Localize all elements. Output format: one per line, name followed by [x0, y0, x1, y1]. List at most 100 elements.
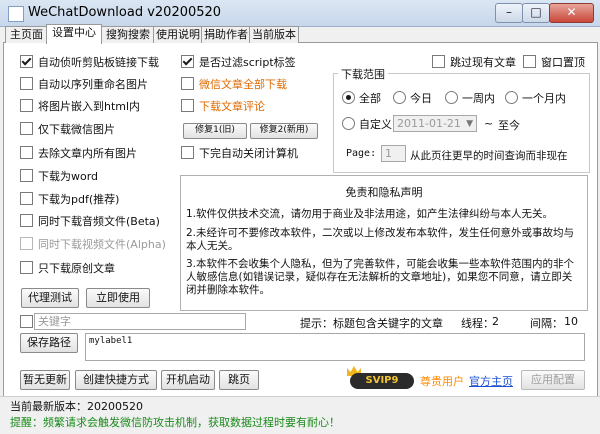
interval-label: 间隔： [530, 317, 563, 330]
option-skip-existing[interactable]: 跳过现有文章 [432, 55, 516, 69]
checkbox[interactable] [20, 122, 33, 135]
option-download-audio[interactable]: 同时下载音频文件(Beta) [20, 214, 160, 228]
threads-label: 线程： [461, 317, 494, 330]
checkbox[interactable] [20, 99, 33, 112]
tab-settings[interactable]: 设置中心 [46, 24, 102, 44]
option-download-word[interactable]: 下载为word [20, 169, 98, 183]
jump-page-button[interactable]: 跳页 [219, 370, 259, 390]
radio-dot[interactable] [342, 91, 355, 104]
svip-badge: SVIP9 [350, 373, 414, 389]
fix1-button[interactable]: 修复1(旧) [183, 123, 247, 139]
vip-user-label: 尊贵用户 [420, 375, 464, 388]
page-label: Page: [346, 148, 377, 159]
option-label: 窗口置顶 [541, 56, 585, 69]
checkbox[interactable] [181, 146, 194, 159]
checkbox[interactable] [20, 237, 33, 250]
option-label: 同时下载音频文件(Beta) [38, 215, 160, 228]
disclaimer-box[interactable]: 免责和隐私声明 1.软件仅供技术交流，请勿用于商业及非法用途，如产生法律纠纷与本… [180, 175, 588, 311]
option-label: 自动侦听剪贴板链接下载 [38, 56, 159, 69]
range-radio-custom[interactable]: 自定义 [342, 117, 392, 131]
close-button[interactable]: ✕ [549, 3, 594, 23]
option-download-all[interactable]: 微信文章全部下载 [181, 77, 287, 91]
range-radio-all[interactable]: 全部 [342, 91, 381, 105]
range-radio-week[interactable]: 一周内 [445, 91, 495, 105]
save-path-field[interactable]: mylabel1 [85, 333, 585, 361]
save-path-button[interactable]: 保存路径 [20, 333, 78, 353]
radio-dot[interactable] [505, 91, 518, 104]
proxy-test-button[interactable]: 代理测试 [21, 288, 79, 308]
option-label: 微信文章全部下载 [199, 78, 287, 91]
startup-button[interactable]: 开机启动 [161, 370, 215, 390]
custom-date-picker[interactable]: 2011-01-21 ▼ [393, 115, 477, 132]
disclaimer-paragraph-3: 3.本软件不会收集个人隐私，但为了完善软件，可能会收集一些本软件范围内的非个人敏… [186, 258, 575, 296]
option-auto-clipboard[interactable]: 自动侦听剪贴板链接下载 [20, 55, 159, 69]
calendar-dropdown-icon[interactable]: ▼ [466, 116, 473, 132]
option-label: 跳过现有文章 [450, 56, 516, 69]
radio-dot[interactable] [342, 117, 355, 130]
radio-label: 今日 [410, 92, 432, 105]
radio-dot[interactable] [445, 91, 458, 104]
radio-dot[interactable] [393, 91, 406, 104]
checkbox[interactable] [20, 315, 33, 328]
checkbox[interactable] [20, 192, 33, 205]
option-remove-images[interactable]: 去除文章内所有图片 [20, 146, 137, 160]
custom-date-value: 2011-01-21 [397, 117, 461, 130]
range-radio-today[interactable]: 今日 [393, 91, 432, 105]
option-label: 自动以序列重命名图片 [38, 78, 148, 91]
no-update-button[interactable]: 暂无更新 [20, 370, 70, 390]
homepage-link[interactable]: 官方主页 [469, 373, 513, 389]
apply-now-button[interactable]: 立即使用 [86, 288, 150, 308]
tip-status: 提醒：频繁请求会触发微信防攻击机制，获取数据过程时要有耐心！ [10, 416, 340, 429]
option-window-topmost[interactable]: 窗口置顶 [523, 55, 585, 69]
disclaimer-paragraph-1: 1.软件仅供技术交流，请勿用于商业及非法用途，如产生法律纠纷与本人无关。 [186, 208, 554, 220]
option-original-only[interactable]: 只下载原创文章 [20, 261, 115, 275]
checkbox[interactable] [20, 169, 33, 182]
checkbox[interactable] [20, 146, 33, 159]
fix2-button[interactable]: 修复2(新用) [250, 123, 318, 139]
interval-value: 10 [564, 315, 578, 328]
checkbox[interactable] [20, 77, 33, 90]
tab-version[interactable]: 当前版本 [249, 26, 299, 43]
option-auto-shutdown[interactable]: 下完自动关闭计算机 [181, 146, 298, 160]
option-label: 仅下载微信图片 [38, 123, 115, 136]
page-hint: 从此页往更早的时间查询而非现在 [410, 150, 568, 162]
checkbox[interactable] [181, 77, 194, 90]
range-radio-month[interactable]: 一个月内 [505, 91, 566, 105]
apply-config-button[interactable]: 应用配置 [521, 370, 585, 390]
tab-main[interactable]: 主页面 [5, 26, 48, 43]
tab-donate[interactable]: 捐助作者 [201, 26, 251, 43]
option-embed-images[interactable]: 将图片嵌入到html内 [20, 99, 140, 113]
window-title: WeChatDownload v20200520 [28, 5, 222, 20]
radio-label: 全部 [359, 92, 381, 105]
checkbox[interactable] [20, 55, 33, 68]
minimize-button[interactable]: – [495, 3, 523, 23]
tab-sogou-search[interactable]: 搜狗搜索 [101, 26, 155, 43]
threads-value: 2 [492, 315, 499, 328]
checkbox[interactable] [20, 214, 33, 227]
range-tilde: ~ [484, 117, 494, 130]
option-download-video[interactable]: 同时下载视频文件(Alpha) [20, 237, 166, 251]
keyword-input[interactable]: 关键字 [34, 313, 246, 330]
checkbox[interactable] [20, 261, 33, 274]
option-download-pdf[interactable]: 下载为pdf(推荐) [20, 192, 119, 206]
disclaimer-title: 免责和隐私声明 [345, 186, 423, 199]
checkbox[interactable] [523, 55, 536, 68]
option-label: 去除文章内所有图片 [38, 147, 137, 160]
checkbox[interactable] [432, 55, 445, 68]
page-input[interactable]: 1 [381, 145, 406, 162]
keyword-hint: 提示：标题包含关键字的文章 [300, 317, 443, 330]
create-shortcut-button[interactable]: 创建快捷方式 [75, 370, 157, 390]
checkbox[interactable] [181, 55, 194, 68]
option-download-comments[interactable]: 下载文章评论 [181, 99, 265, 113]
radio-label: 一周内 [462, 92, 495, 105]
tab-instructions[interactable]: 使用说明 [153, 26, 203, 43]
option-label: 下完自动关闭计算机 [199, 147, 298, 160]
checkbox[interactable] [181, 99, 194, 112]
maximize-button[interactable]: □ [522, 3, 550, 23]
radio-label: 自定义 [359, 118, 392, 131]
option-label: 下载为pdf(推荐) [38, 193, 120, 206]
option-sequence-rename[interactable]: 自动以序列重命名图片 [20, 77, 148, 91]
app-icon [8, 6, 24, 22]
option-wechat-images-only[interactable]: 仅下载微信图片 [20, 122, 115, 136]
option-filter-script[interactable]: 是否过滤script标签 [181, 55, 296, 69]
